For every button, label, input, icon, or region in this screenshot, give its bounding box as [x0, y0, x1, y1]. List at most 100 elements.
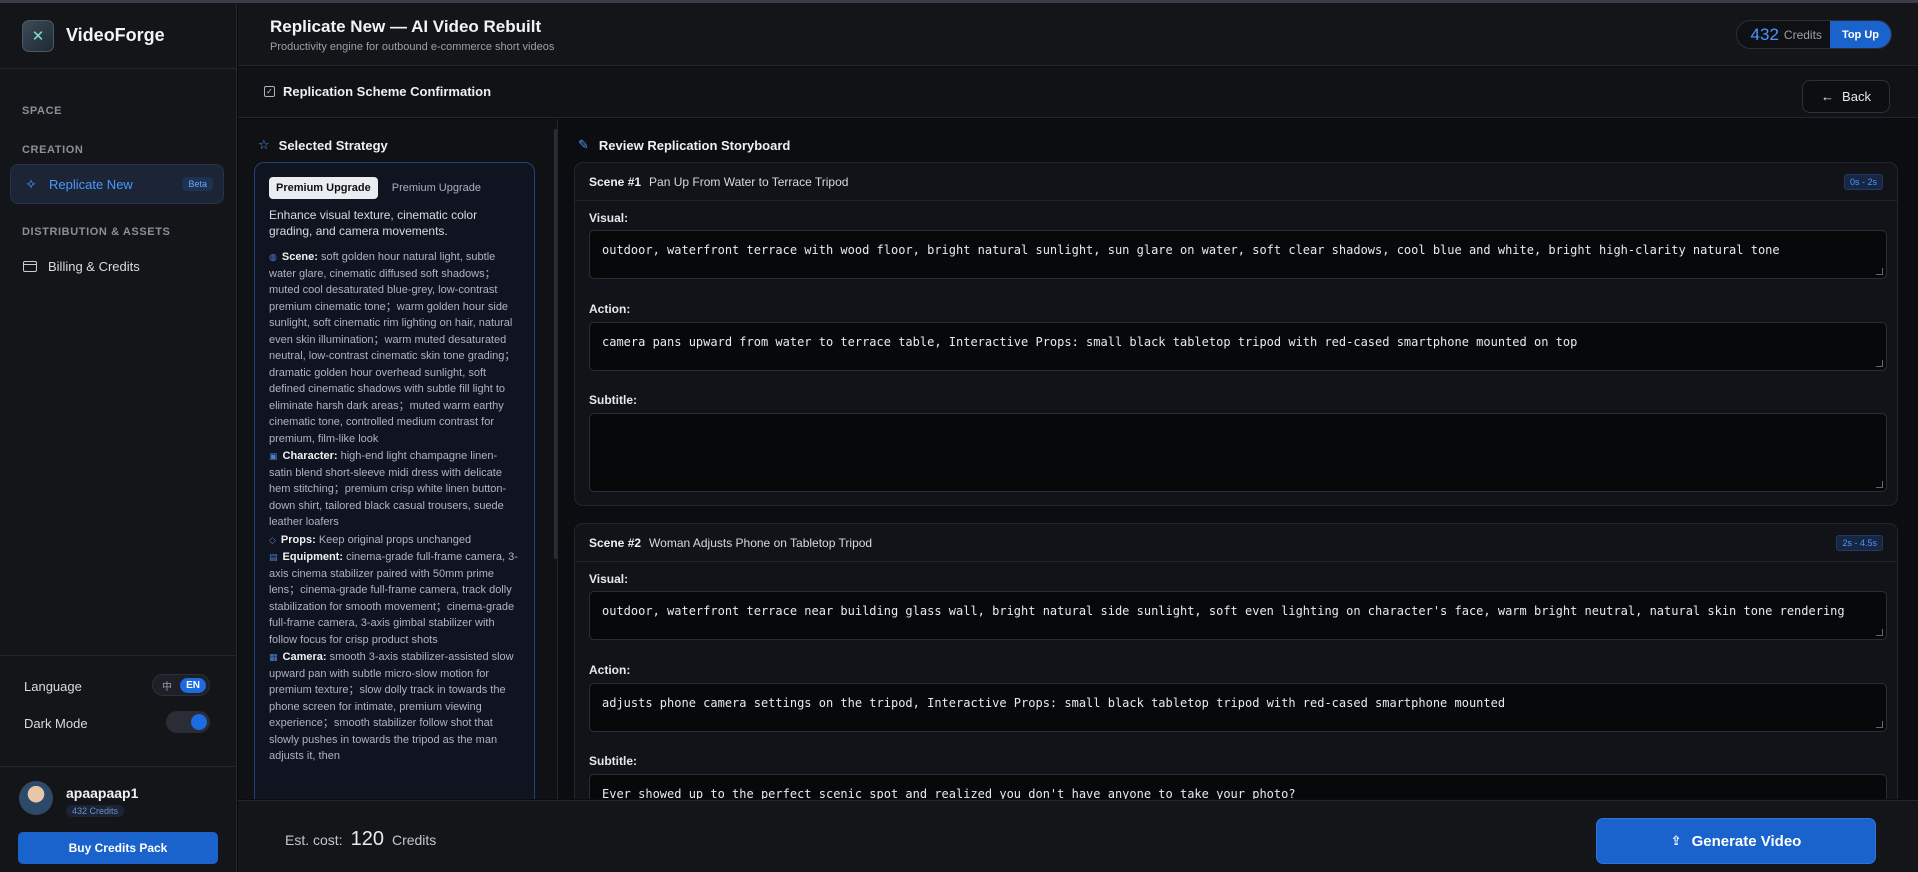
strategy-description: Enhance visual texture, cinematic color …	[269, 208, 478, 238]
scene-number: Scene #2	[589, 535, 642, 550]
scene-time-badge: 2s - 4.5s	[1836, 534, 1883, 551]
sparkle-icon: ✧	[25, 175, 37, 192]
est-label: Est. cost:	[285, 832, 343, 848]
action-label: Action:	[589, 302, 631, 316]
strategy-card[interactable]: Premium Upgrade Premium Upgrade Enhance …	[254, 162, 535, 799]
scene-header: Scene #2 Woman Adjusts Phone on Tabletop…	[575, 524, 1897, 562]
scene-time-badge: 0s - 2s	[1843, 173, 1883, 190]
storyboard-panel: ✎ Review Replication Storyboard Scene #1…	[559, 119, 1918, 799]
top-header: Replicate New — AI Video Rebuilt Product…	[238, 3, 1918, 66]
app-name: VideoForge	[66, 25, 165, 45]
scene-card: Scene #2 Woman Adjusts Phone on Tabletop…	[574, 523, 1898, 799]
language-alt: 中	[162, 681, 172, 693]
storyboard-heading-text: Review Replication Storyboard	[598, 137, 791, 153]
section-space: SPACE	[22, 105, 63, 117]
props-icon: ◇	[269, 534, 276, 545]
visual-field[interactable]: outdoor, waterfront terrace with wood fl…	[589, 230, 1887, 279]
visual-label: Visual:	[589, 211, 629, 225]
resize-handle[interactable]	[1876, 721, 1883, 728]
sidebar-item-label: Billing & Credits	[48, 258, 140, 274]
scene-title: Pan Up From Water to Terrace Tripod	[649, 174, 849, 189]
dark-mode-label: Dark Mode	[24, 716, 88, 731]
scene-number: Scene #1	[589, 174, 642, 189]
detail-props: ◇ Props: Keep original props unchanged	[269, 533, 472, 546]
buy-credits-button[interactable]: Buy Credits Pack	[18, 832, 218, 864]
page-subtitle: Productivity engine for outbound e-comme…	[270, 41, 555, 53]
subtitle-field[interactable]	[589, 413, 1887, 492]
subtitle-label: Subtitle:	[589, 393, 637, 407]
action-label: Action:	[589, 663, 631, 677]
strategy-heading: ☆ Selected Strategy	[258, 137, 388, 153]
settings-area	[0, 655, 237, 656]
language-toggle[interactable]: 中 EN	[152, 674, 210, 696]
strategy-tabs: Premium Upgrade Premium Upgrade	[269, 177, 520, 199]
section-creation: CREATION	[22, 144, 84, 156]
credits-widget: 432 Credits Top Up	[1735, 20, 1892, 49]
footer-bar: Est. cost: 120 Credits ⇪ Generate Video	[238, 800, 1918, 872]
action-field[interactable]: adjusts phone camera settings on the tri…	[589, 683, 1887, 732]
resize-handle[interactable]	[1876, 360, 1883, 367]
user-name: apaapaap1	[66, 785, 139, 801]
credits-value: 432	[1750, 24, 1779, 44]
resize-handle[interactable]	[1876, 481, 1883, 488]
user-panel: apaapaap1 432 Credits Buy Credits Pack	[0, 766, 237, 872]
avatar[interactable]	[19, 781, 53, 815]
top-up-button[interactable]: Top Up	[1829, 21, 1891, 48]
generate-label: Generate Video	[1691, 832, 1802, 850]
strategy-heading-text: Selected Strategy	[278, 137, 388, 153]
sidebar: ✕ VideoForge SPACE CREATION ✧ Replicate …	[0, 3, 237, 872]
language-label: Language	[24, 679, 82, 694]
pen-icon: ✎	[578, 137, 589, 152]
scene-icon: ◍	[269, 252, 277, 262]
est-value: 120	[350, 828, 384, 850]
scene-header: Scene #1 Pan Up From Water to Terrace Tr…	[575, 163, 1897, 201]
estimated-cost: Est. cost: 120 Credits	[285, 828, 436, 851]
storyboard-heading: ✎ Review Replication Storyboard	[578, 137, 790, 153]
arrow-left-icon: ←	[1821, 89, 1835, 104]
scene-title: Woman Adjusts Phone on Tabletop Tripod	[649, 535, 873, 550]
scheme-bar: ✓ Replication Scheme Confirmation ← Back	[238, 67, 1918, 118]
visual-field[interactable]: outdoor, waterfront terrace near buildin…	[589, 591, 1887, 640]
toggle-knob	[191, 714, 207, 730]
strategy-panel: ☆ Selected Strategy Premium Upgrade Prem…	[238, 119, 558, 799]
sidebar-item-replicate-new[interactable]: ✧ Replicate New Beta	[10, 164, 224, 204]
subtitle-field[interactable]: Ever showed up to the perfect scenic spo…	[589, 774, 1887, 799]
checkbox-icon: ✓	[264, 86, 275, 97]
tab-premium-upgrade-active[interactable]: Premium Upgrade	[269, 177, 378, 199]
tab-premium-upgrade[interactable]: Premium Upgrade	[386, 177, 487, 199]
app-root: ✕ VideoForge SPACE CREATION ✧ Replicate …	[0, 0, 1918, 872]
action-field[interactable]: camera pans upward from water to terrace…	[589, 322, 1887, 371]
strategy-scrollbar[interactable]	[554, 129, 557, 559]
rocket-icon: ⇪	[1670, 833, 1682, 848]
resize-handle[interactable]	[1876, 629, 1883, 636]
character-icon: ▣	[269, 451, 278, 461]
resize-handle[interactable]	[1876, 268, 1883, 275]
scene-card: Scene #1 Pan Up From Water to Terrace Tr…	[574, 162, 1898, 506]
back-button[interactable]: ← Back	[1802, 80, 1890, 113]
brand[interactable]: ✕ VideoForge	[0, 3, 236, 69]
dark-mode-toggle[interactable]	[166, 711, 210, 733]
scheme-title: Replication Scheme Confirmation	[283, 84, 492, 99]
strategy-details: ◍ Scene: soft golden hour natural light, …	[269, 249, 520, 765]
est-unit: Credits	[391, 832, 437, 848]
user-credits-badge: 432 Credits	[66, 805, 125, 817]
subtitle-label: Subtitle:	[589, 754, 637, 768]
credits-label: Credits	[1783, 27, 1822, 42]
detail-scene: ◍ Scene: soft golden hour natural light, …	[269, 251, 516, 445]
camera-icon: ▦	[269, 652, 278, 662]
language-current: EN	[180, 677, 206, 693]
wallet-icon	[22, 258, 38, 274]
detail-equipment: ▤ Equipment: cinema-grade full-frame came…	[269, 551, 518, 646]
detail-character: ▣ Character: high-end light champagne lin…	[269, 450, 507, 528]
detail-camera: ▦ Camera: smooth 3-axis stabilizer-assist…	[269, 651, 514, 762]
beta-badge: Beta	[182, 177, 213, 191]
sidebar-item-label: Replicate New	[49, 176, 133, 192]
page-title: Replicate New — AI Video Rebuilt	[270, 17, 542, 36]
star-icon: ☆	[258, 137, 270, 152]
visual-label: Visual:	[589, 572, 629, 586]
back-label: Back	[1842, 89, 1871, 104]
generate-video-button[interactable]: ⇪ Generate Video	[1596, 818, 1876, 864]
app-logo-icon: ✕	[22, 19, 54, 52]
section-distribution: DISTRIBUTION & ASSETS	[22, 226, 171, 238]
sidebar-item-billing[interactable]: Billing & Credits	[10, 246, 224, 286]
